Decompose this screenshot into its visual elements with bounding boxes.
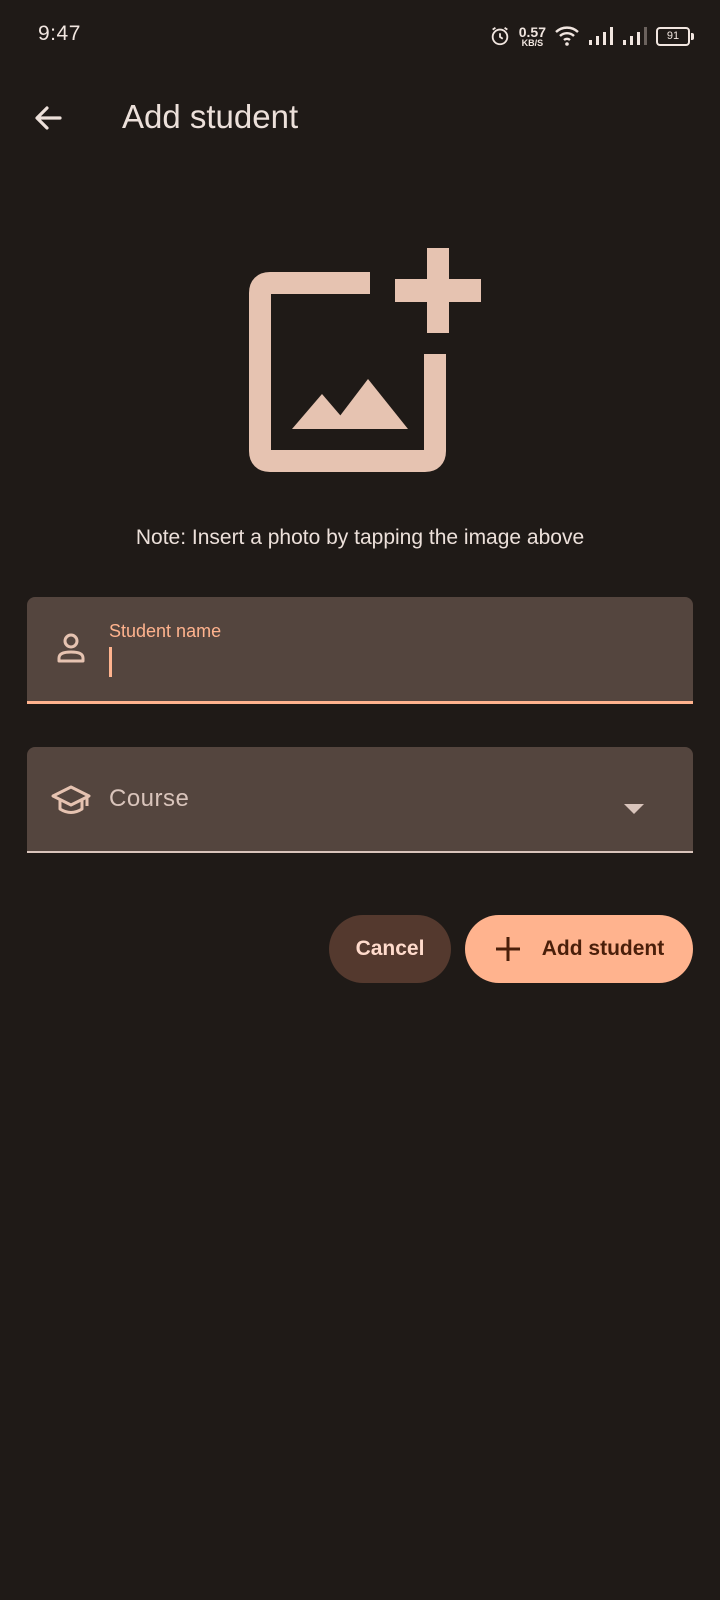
network-speed-value: 0.57 — [518, 23, 546, 40]
text-cursor — [109, 647, 112, 677]
plus-icon — [495, 937, 520, 961]
school-icon — [51, 785, 91, 814]
course-placeholder: Course — [109, 785, 190, 812]
add-student-button-label: Add student — [541, 937, 665, 960]
network-speed-unit: KB/S — [521, 37, 544, 48]
student-name-label: Student name — [109, 621, 222, 641]
alarm-icon — [491, 26, 508, 46]
battery-icon: 91 — [656, 26, 694, 46]
add-student-button[interactable]: Add student — [465, 915, 693, 983]
back-button[interactable] — [24, 94, 72, 142]
signal-icon — [589, 27, 613, 45]
status-bar: 9:47 0.57 KB/S 91 — [0, 0, 720, 72]
page-title: Add student — [122, 98, 299, 135]
student-name-field[interactable]: Student name — [27, 597, 693, 704]
status-icons: 0.57 KB/S 91 — [489, 22, 694, 50]
arrow-back-icon — [35, 106, 62, 130]
wifi-icon — [555, 26, 579, 46]
cancel-button[interactable]: Cancel — [329, 915, 451, 983]
arrow-drop-down-icon — [624, 804, 644, 814]
add-photo-icon — [249, 248, 481, 472]
add-student-screen: 9:47 0.57 KB/S 91 Add student Note: Inse… — [0, 0, 720, 1600]
status-time: 9:47 — [38, 22, 81, 45]
battery-level: 91 — [666, 30, 680, 42]
network-speed: 0.57 KB/S — [519, 25, 546, 48]
photo-note: Note: Insert a photo by tapping the imag… — [135, 526, 585, 549]
cancel-button-label: Cancel — [355, 937, 425, 960]
course-dropdown[interactable]: Course — [27, 747, 693, 853]
top-app-bar: Add student — [0, 80, 720, 158]
person-icon — [57, 633, 85, 663]
signal-icon — [623, 27, 647, 45]
add-photo-button[interactable] — [240, 236, 486, 476]
